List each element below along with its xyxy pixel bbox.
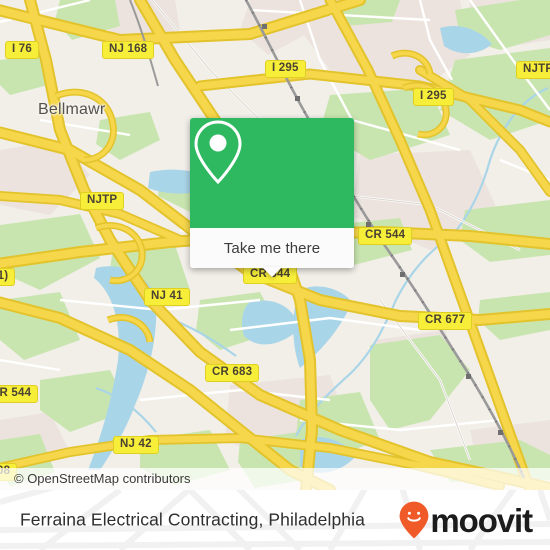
take-me-there-button[interactable]: Take me there <box>190 228 354 268</box>
moovit-logo[interactable]: moovit <box>399 501 533 539</box>
map-pin-icon <box>194 120 242 185</box>
road-shield-nj41[interactable]: NJ 41 <box>144 288 190 306</box>
popup-image-area <box>190 118 354 228</box>
location-popup-card[interactable]: Take me there <box>190 118 354 277</box>
place-label-bellmawr: Bellmawr <box>38 101 106 118</box>
road-shield-cr544-a[interactable]: CR 544 <box>358 227 413 245</box>
road-shield-cr544-c[interactable]: CR 544 <box>0 385 39 403</box>
road-shield-edge-21[interactable]: 21) <box>0 268 16 286</box>
moovit-map-screenshot: Bellmawr I 76 NJ 168 I 295 NJTP I 295 NJ… <box>0 0 550 550</box>
moovit-pin-smiley-icon <box>400 501 429 539</box>
footer-bar: Ferraina Electrical Contracting, Philade… <box>0 490 550 550</box>
road-shield-njtp-a[interactable]: NJTP <box>516 61 550 79</box>
road-shield-njtp-b[interactable]: NJTP <box>80 192 125 210</box>
road-shield-i295-a[interactable]: I 295 <box>265 60 306 78</box>
map-attribution[interactable]: © OpenStreetMap contributors <box>0 468 550 490</box>
popup-pointer <box>262 267 282 277</box>
moovit-wordmark: moovit <box>430 501 533 539</box>
road-shield-i295-b[interactable]: I 295 <box>413 88 454 106</box>
road-shield-i76[interactable]: I 76 <box>5 41 39 59</box>
road-shield-cr683[interactable]: CR 683 <box>205 364 260 382</box>
location-title: Ferraina Electrical Contracting, Philade… <box>20 509 365 530</box>
road-shield-cr677[interactable]: CR 677 <box>418 312 473 330</box>
road-shield-nj42[interactable]: NJ 42 <box>113 436 159 454</box>
map-canvas[interactable]: Bellmawr I 76 NJ 168 I 295 NJTP I 295 NJ… <box>0 0 550 490</box>
road-shield-nj168[interactable]: NJ 168 <box>102 41 155 59</box>
